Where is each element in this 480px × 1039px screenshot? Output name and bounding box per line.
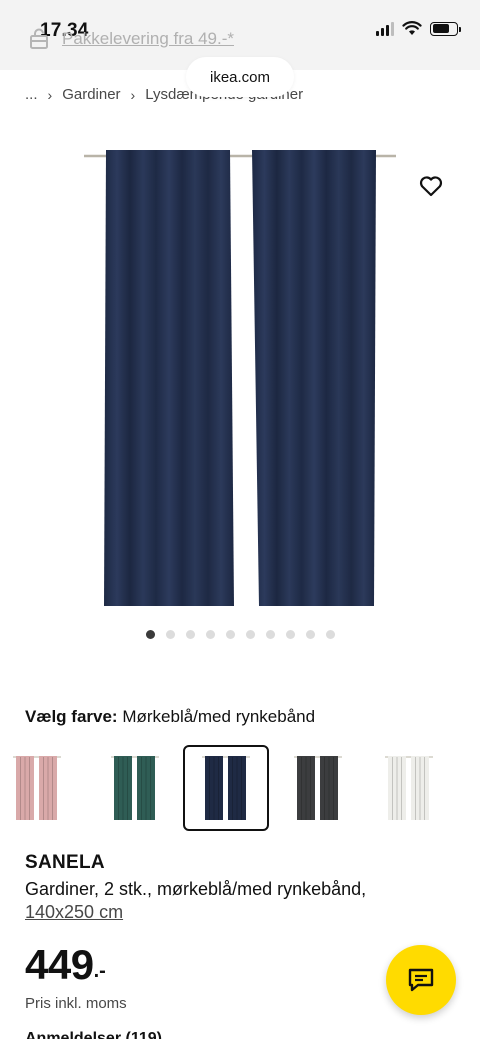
color-swatch-pink[interactable]: [0, 745, 80, 831]
carousel-dot[interactable]: [166, 630, 175, 639]
color-label-title: Vælg farve:: [25, 707, 118, 726]
color-swatch-dark-blue[interactable]: [183, 745, 269, 831]
swatch-thumbnail: [294, 756, 342, 820]
url-bar[interactable]: ikea.com: [186, 57, 294, 97]
carousel-dot[interactable]: [266, 630, 275, 639]
promo-link[interactable]: Pakkelevering fra 49.-*: [62, 29, 234, 49]
chevron-right-icon: ›: [47, 86, 53, 103]
carousel-dot[interactable]: [326, 630, 335, 639]
swatch-thumbnail: [13, 756, 61, 820]
wifi-icon: [402, 21, 422, 35]
swatch-thumbnail: [111, 756, 159, 820]
breadcrumb-item-gardiner[interactable]: Gardiner: [62, 86, 120, 103]
color-label: Vælg farve: Mørkeblå/med rynkebånd: [25, 707, 315, 727]
price: 449 .-: [25, 942, 106, 988]
chat-button[interactable]: [386, 945, 456, 1015]
chevron-right-icon: ›: [130, 86, 136, 103]
battery-icon: [430, 21, 461, 36]
color-swatch-dark-grey[interactable]: [275, 745, 361, 831]
lock-box-icon: [30, 28, 48, 49]
carousel-dot[interactable]: [186, 630, 195, 639]
carousel-dot[interactable]: [286, 630, 295, 639]
curtain-panel-right: [252, 150, 376, 606]
swatch-thumbnail: [385, 756, 433, 820]
breadcrumb-ellipsis[interactable]: ...: [25, 86, 38, 103]
color-swatch-dark-turquoise[interactable]: [92, 745, 178, 831]
cellular-signal-icon: [376, 21, 394, 36]
carousel-dots: [146, 630, 335, 639]
heart-icon: [419, 176, 443, 197]
status-icons: [376, 21, 461, 36]
chat-bubble-icon: [408, 968, 434, 992]
product-size-link[interactable]: 140x250 cm: [25, 902, 123, 923]
color-swatch-off-white[interactable]: [366, 745, 452, 831]
product-name: SANELA: [25, 852, 105, 873]
color-selected-value: Mørkeblå/med rynkebånd: [122, 707, 316, 726]
delivery-promo[interactable]: Pakkelevering fra 49.-*: [28, 28, 234, 50]
price-note: Pris inkl. moms: [25, 995, 127, 1012]
color-swatches: [0, 745, 480, 831]
product-description: Gardiner, 2 stk., mørkeblå/med rynkebånd…: [25, 879, 367, 899]
favorite-button[interactable]: [415, 170, 447, 202]
product-image[interactable]: [80, 140, 400, 610]
swatch-thumbnail: [202, 756, 250, 820]
carousel-dot[interactable]: [206, 630, 215, 639]
carousel-dot[interactable]: [226, 630, 235, 639]
carousel-dot[interactable]: [306, 630, 315, 639]
carousel-dot[interactable]: [246, 630, 255, 639]
curtain-panel-left: [104, 150, 234, 606]
price-value: 449: [25, 941, 94, 988]
reviews-link-partial[interactable]: Anmeldelser (119): [25, 1030, 162, 1039]
price-suffix: .-: [93, 960, 106, 982]
carousel-dot[interactable]: [146, 630, 155, 639]
